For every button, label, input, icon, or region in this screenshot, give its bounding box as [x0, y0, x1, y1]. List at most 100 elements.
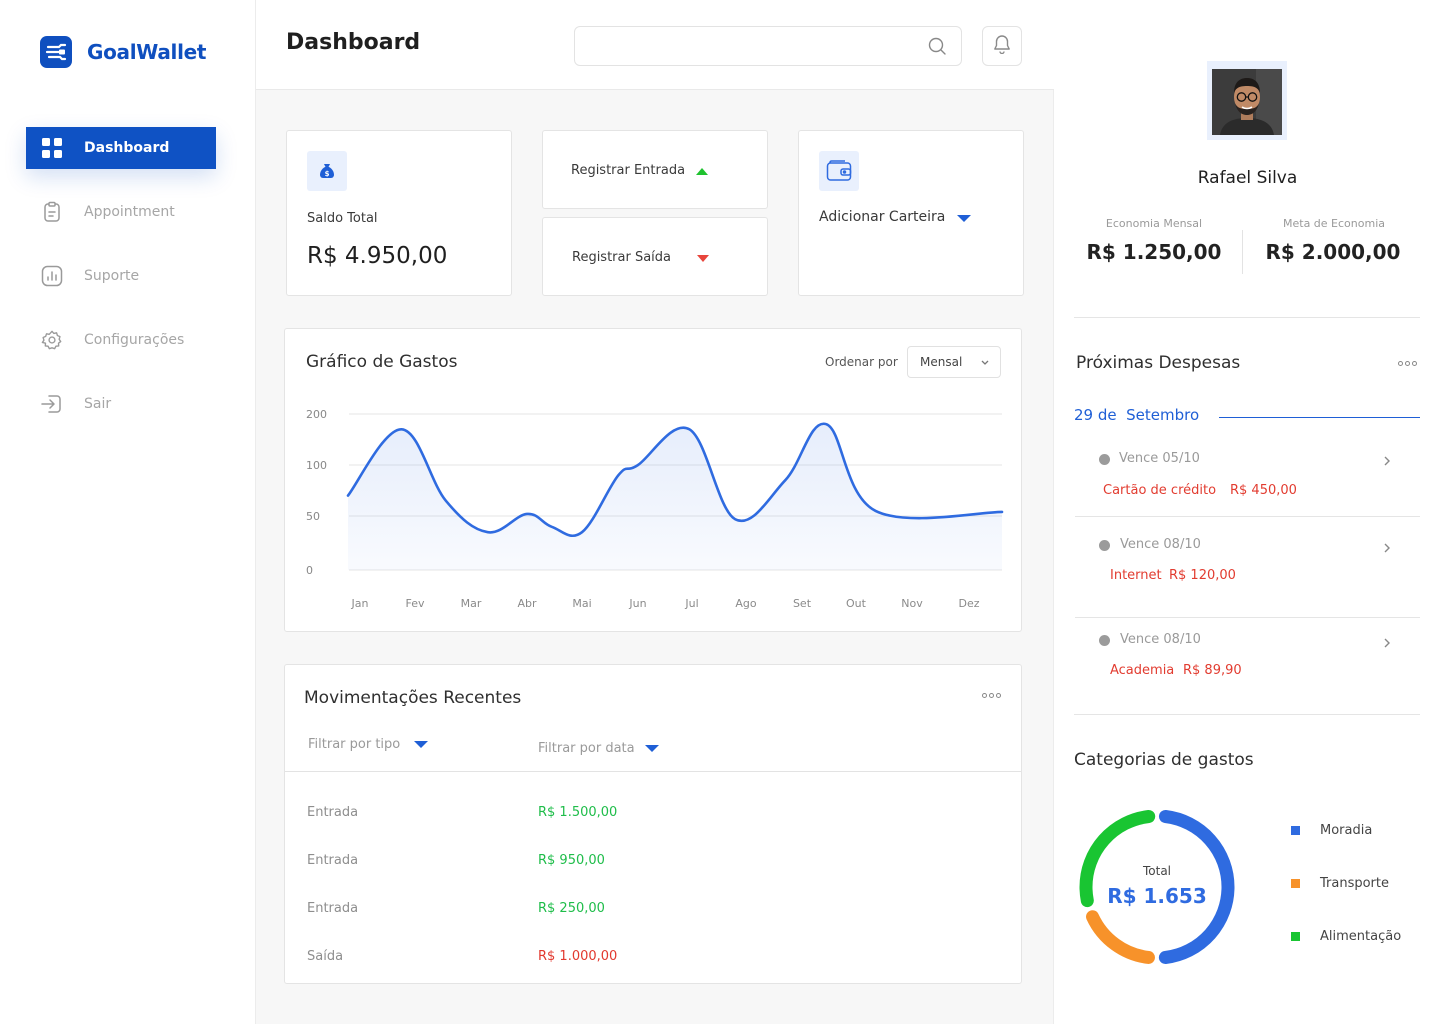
transaction-type: Saída	[307, 949, 344, 964]
transaction-amount: R$ 1.000,00	[538, 949, 618, 964]
donut-total-value: R$ 1.653	[1107, 884, 1207, 908]
x-tick-label: Jul	[684, 597, 698, 610]
expense-amount: R$ 120,00	[1169, 568, 1236, 583]
expenses-date: 29 de Setembro	[1074, 406, 1200, 424]
expense-name: Internet	[1110, 568, 1162, 583]
avatar[interactable]	[1207, 61, 1287, 140]
expense-name: Cartão de crédito	[1103, 483, 1217, 498]
transaction-type: Entrada	[307, 901, 359, 916]
more-options-icon[interactable]	[1398, 361, 1417, 366]
donut-total-label: Total	[1142, 864, 1172, 878]
arrow-up-icon	[696, 168, 708, 175]
more-options-icon[interactable]	[982, 693, 1001, 698]
transaction-type: Entrada	[307, 853, 359, 868]
page-title: Dashboard	[286, 30, 421, 55]
expense-amount: R$ 450,00	[1230, 483, 1297, 498]
divider	[1075, 516, 1420, 517]
avatar-photo	[1212, 69, 1282, 135]
sidebar-item-dashboard[interactable]: Dashboard	[26, 127, 216, 169]
register-expense-label: Registrar Saída	[572, 250, 672, 265]
sidebar-item-label: Dashboard	[84, 140, 170, 156]
brand-name: GoalWallet	[87, 40, 207, 64]
transaction-amount: R$ 1.500,00	[538, 805, 618, 820]
transaction-type: Entrada	[307, 805, 359, 820]
spending-chart: 200 100 50 0 Jan Fev Mar Abr Mai Jun Jul Ago Set Out N…	[306, 408, 1004, 610]
y-tick-label: 200	[306, 408, 327, 421]
x-tick-label: Set	[793, 597, 812, 610]
x-tick-label: Fev	[405, 597, 424, 610]
expense-due: Vence 05/10	[1119, 451, 1200, 466]
expense-due: Vence 08/10	[1120, 632, 1201, 647]
expense-item[interactable]: Vence 05/10 Cartão de crédito R$ 450,00	[1075, 440, 1420, 516]
app-root: GoalWallet Dashboard Appointment Suporte	[0, 0, 1440, 1024]
legend-swatch	[1291, 826, 1300, 835]
register-expense-button[interactable]: Registrar Saída	[542, 217, 768, 296]
divider	[1242, 230, 1243, 274]
savings-goal-label: Meta de Economia	[1283, 217, 1385, 230]
search-input[interactable]	[574, 26, 962, 66]
chart-bars-icon	[40, 264, 64, 288]
grid-icon	[40, 136, 64, 160]
filter-type-label: Filtrar por tipo	[308, 737, 401, 752]
transaction-amount: R$ 250,00	[538, 901, 605, 916]
sidebar-item-label: Appointment	[84, 204, 175, 220]
monthly-savings-value: R$ 1.250,00	[1086, 240, 1222, 264]
x-tick-label: Jan	[351, 597, 369, 610]
register-income-button[interactable]: Registrar Entrada	[542, 130, 768, 209]
legend-label: Transporte	[1320, 876, 1389, 891]
dropdown-arrow-icon[interactable]	[957, 215, 971, 222]
chevron-right-icon[interactable]	[1382, 452, 1392, 471]
sidebar-item-appointment[interactable]: Appointment	[26, 191, 216, 233]
x-tick-label: Mai	[572, 597, 591, 610]
x-tick-label: Abr	[517, 597, 537, 610]
categories-donut: Total R$ 1.653	[1074, 804, 1240, 970]
clipboard-icon	[40, 200, 64, 224]
x-tick-label: Dez	[958, 597, 979, 610]
filter-type-dropdown[interactable]: Filtrar por tipo	[308, 737, 429, 752]
balance-label: Saldo Total	[307, 211, 378, 226]
svg-text:$: $	[325, 170, 330, 178]
sidebar-item-sair[interactable]: Sair	[26, 383, 216, 425]
legend-swatch	[1291, 932, 1300, 941]
y-tick-label: 100	[306, 459, 327, 472]
spending-chart-card: Gráfico de Gastos Ordenar por Mensal 200…	[284, 328, 1022, 632]
status-dot	[1099, 454, 1110, 465]
y-tick-label: 0	[306, 564, 313, 577]
dropdown-arrow-icon	[414, 741, 429, 748]
expense-item[interactable]: Vence 08/10 Academia R$ 89,90	[1075, 621, 1420, 711]
gear-icon	[40, 328, 64, 352]
chevron-right-icon[interactable]	[1382, 539, 1392, 558]
transaction-amount: R$ 950,00	[538, 853, 605, 868]
x-tick-label: Nov	[901, 597, 923, 610]
x-tick-label: Out	[846, 597, 867, 610]
divider	[1074, 714, 1420, 715]
sidebar: GoalWallet Dashboard Appointment Suporte	[0, 0, 256, 1024]
dropdown-arrow-icon	[644, 745, 659, 752]
profile-name: Rafael Silva	[1197, 168, 1298, 188]
status-dot	[1099, 635, 1110, 646]
filter-date-dropdown[interactable]: Filtrar por data	[538, 741, 659, 756]
add-wallet-label: Adicionar Carteira	[819, 209, 946, 225]
sidebar-item-configuracoes[interactable]: Configurações	[26, 319, 216, 361]
profile-panel: Rafael Silva Economia Mensal R$ 1.250,00…	[1055, 0, 1440, 1024]
logout-icon	[40, 392, 64, 416]
sidebar-item-label: Suporte	[84, 268, 140, 284]
add-wallet-card[interactable]: Adicionar Carteira	[798, 130, 1024, 296]
legend-item: Alimentação	[1291, 929, 1401, 944]
sidebar-item-suporte[interactable]: Suporte	[26, 255, 216, 297]
area-fill	[348, 423, 1002, 570]
chevron-right-icon[interactable]	[1382, 634, 1392, 653]
legend-swatch	[1291, 879, 1300, 888]
notifications-button[interactable]	[982, 26, 1022, 66]
upcoming-expenses-title: Próximas Despesas	[1076, 353, 1241, 373]
expense-name: Academia	[1110, 663, 1175, 678]
x-tick-label: Mar	[461, 597, 482, 610]
balance-card: $ Saldo Total R$ 4.950,00	[286, 130, 512, 296]
expense-item[interactable]: Vence 08/10 Internet R$ 120,00	[1075, 526, 1420, 616]
search-icon[interactable]	[928, 37, 946, 55]
legend-label: Alimentação	[1320, 929, 1402, 944]
brand-logo[interactable]: GoalWallet	[40, 36, 207, 68]
x-tick-label: Jun	[628, 597, 646, 610]
main-content: Dashboard $ Saldo Total R$ 4.950,00 Regi…	[256, 0, 1054, 1024]
divider	[285, 771, 1021, 772]
